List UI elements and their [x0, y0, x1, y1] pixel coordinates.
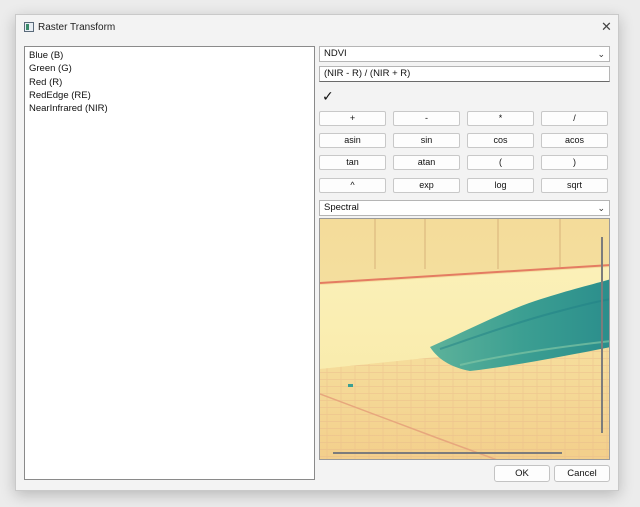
window-title: Raster Transform — [38, 22, 116, 33]
operator-button[interactable]: ( — [467, 155, 534, 170]
preview-raster — [320, 219, 609, 459]
vertical-scrollbar[interactable] — [601, 237, 603, 433]
operator-button[interactable]: * — [467, 111, 534, 126]
operator-button[interactable]: tan — [319, 155, 386, 170]
operator-button[interactable]: ^ — [319, 178, 386, 193]
operator-button[interactable]: - — [393, 111, 460, 126]
band-list[interactable]: Blue (B) Green (G) Red (R) RedEdge (RE) Near… — [24, 46, 315, 480]
operator-button[interactable]: exp — [393, 178, 460, 193]
colormap-select[interactable]: Spectral ⌄ — [319, 200, 610, 216]
operator-button[interactable]: atan — [393, 155, 460, 170]
index-select[interactable]: NDVI ⌄ — [319, 46, 610, 62]
preview-image — [319, 218, 610, 460]
index-select-value: NDVI — [324, 48, 347, 59]
band-list-item[interactable]: Red (R) — [25, 76, 314, 89]
chevron-down-icon: ⌄ — [597, 49, 605, 59]
close-icon[interactable]: ✕ — [601, 19, 612, 35]
band-list-item[interactable]: Green (G) — [25, 62, 314, 75]
band-list-item[interactable]: NearInfrared (NIR) — [25, 102, 314, 115]
cancel-button[interactable]: Cancel — [554, 465, 610, 482]
app-icon — [24, 22, 34, 32]
operator-button[interactable]: log — [467, 178, 534, 193]
chevron-down-icon: ⌄ — [597, 203, 605, 213]
checkmark-icon: ✓ — [322, 88, 334, 104]
expression-input[interactable]: (NIR - R) / (NIR + R) — [319, 66, 610, 82]
operator-button[interactable]: / — [541, 111, 608, 126]
operator-button[interactable]: + — [319, 111, 386, 126]
operator-button[interactable]: asin — [319, 133, 386, 148]
colormap-select-value: Spectral — [324, 202, 359, 213]
operator-button[interactable]: sin — [393, 133, 460, 148]
operator-button[interactable]: cos — [467, 133, 534, 148]
raster-transform-dialog: Raster Transform ✕ Blue (B) Green (G) Red … — [15, 14, 619, 491]
operator-button[interactable]: ) — [541, 155, 608, 170]
operator-button[interactable]: sqrt — [541, 178, 608, 193]
horizontal-scrollbar[interactable] — [333, 452, 562, 454]
title-bar: Raster Transform ✕ — [16, 15, 618, 41]
band-list-item[interactable]: Blue (B) — [25, 49, 314, 62]
operator-button[interactable]: acos — [541, 133, 608, 148]
ok-button[interactable]: OK — [494, 465, 550, 482]
band-list-item[interactable]: RedEdge (RE) — [25, 89, 314, 102]
